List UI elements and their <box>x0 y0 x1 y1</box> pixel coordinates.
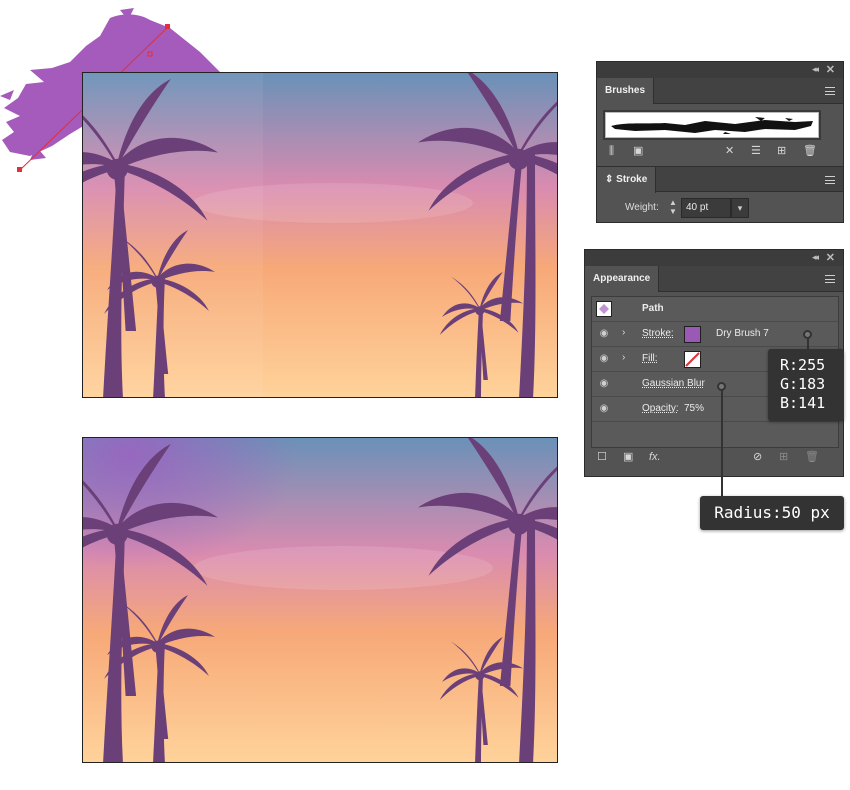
chevron-right-icon[interactable]: › <box>622 352 625 363</box>
trash-icon[interactable]: 🗑 <box>803 144 817 158</box>
stroke-tab-label: Stroke <box>616 174 648 185</box>
chevron-right-icon[interactable]: › <box>622 327 625 338</box>
collapse-icon[interactable]: ◂◂ <box>812 252 819 263</box>
appearance-row-path[interactable]: Path <box>592 297 838 322</box>
stroke-weight-row: Weight: ▲ ▼ 40 pt ▾ <box>597 198 843 218</box>
brush-folder-icon[interactable]: ▣ <box>633 144 643 158</box>
panel-menu-icon[interactable] <box>825 87 835 95</box>
fill-none-swatch[interactable] <box>684 351 701 368</box>
brushes-tabbar: Brushes <box>597 78 843 104</box>
blur-callout-connector <box>721 390 723 496</box>
no-icon[interactable]: ⊘ <box>753 450 762 464</box>
rgb-green-value: G:183 <box>780 375 826 393</box>
path-label: Path <box>642 303 664 314</box>
fill-label[interactable]: Fill: <box>642 353 658 364</box>
add-new-fill-icon[interactable]: ▣ <box>623 450 633 464</box>
stroke-tab-arrows-icon: ⇕ <box>605 174 617 185</box>
weight-input[interactable]: 40 pt <box>681 198 731 218</box>
appearance-tabbar: Appearance <box>585 266 843 292</box>
tab-stroke[interactable]: ⇕ Stroke <box>597 167 657 193</box>
artboard-result[interactable] <box>82 437 558 763</box>
stroke-brush-name: Dry Brush 7 <box>716 328 769 339</box>
add-new-stroke-icon[interactable]: ☐ <box>597 450 607 464</box>
close-icon[interactable]: ✕ <box>826 251 835 264</box>
rgb-red-value: R:255 <box>780 356 826 374</box>
brushes-toolbar: ⫼ ▣ ✕ ☰ ⊞ 🗑 <box>597 144 843 162</box>
panel-titlebar: ◂◂ ✕ <box>585 250 843 266</box>
chevron-down-icon[interactable]: ▾ <box>731 198 749 218</box>
path-thumbnail-icon <box>596 301 612 317</box>
panel-menu-icon[interactable] <box>825 275 835 283</box>
brush-shape-icon <box>611 117 813 134</box>
weight-stepper[interactable]: ▲ ▼ <box>667 198 679 218</box>
remove-brush-stroke-icon[interactable]: ✕ <box>725 144 734 158</box>
stroke-color-swatch[interactable] <box>684 326 701 343</box>
brushes-stroke-panel: ◂◂ ✕ Brushes ⫼ ▣ ✕ ☰ ⊞ 🗑 ⇕ Stroke Weight… <box>596 61 844 223</box>
fx-icon[interactable]: fx. <box>649 450 661 464</box>
artboard-with-stroke[interactable] <box>82 72 558 398</box>
eye-icon[interactable]: ◉ <box>596 328 612 340</box>
panel-titlebar: ◂◂ ✕ <box>597 62 843 78</box>
rgb-blue-value: B:141 <box>780 394 826 412</box>
sunset-palms-illustration <box>83 73 557 397</box>
eye-icon[interactable]: ◉ <box>596 403 612 415</box>
stroke-label[interactable]: Stroke: <box>642 328 674 339</box>
eye-icon[interactable]: ◉ <box>596 378 612 390</box>
collapse-icon[interactable]: ◂◂ <box>812 64 819 75</box>
weight-label: Weight: <box>625 202 659 213</box>
brush-libraries-icon[interactable]: ⫼ <box>609 144 614 158</box>
close-icon[interactable]: ✕ <box>826 63 835 76</box>
rgb-color-callout: R:255 G:183 B:141 <box>768 349 844 421</box>
eye-icon[interactable]: ◉ <box>596 353 612 365</box>
appearance-row-stroke[interactable]: ◉ › Stroke: Dry Brush 7 <box>592 322 838 347</box>
options-icon[interactable]: ☰ <box>751 144 761 158</box>
sunset-palms-blurred-illustration <box>83 438 557 762</box>
opacity-label[interactable]: Opacity: <box>642 403 679 414</box>
appearance-footer-toolbar: ☐ ▣ fx. ⊘ ⊞ 🗑 <box>585 450 843 472</box>
gaussian-blur-label[interactable]: Gaussian Blur <box>642 378 705 389</box>
tab-brushes[interactable]: Brushes <box>597 78 655 104</box>
blur-radius-callout: Radius:50 px <box>700 496 844 530</box>
stroke-tabbar: ⇕ Stroke <box>597 166 843 193</box>
tab-appearance[interactable]: Appearance <box>585 266 660 292</box>
dry-brush-preview[interactable] <box>603 110 821 140</box>
opacity-value: 75% <box>684 403 705 414</box>
panel-menu-icon[interactable] <box>825 176 835 184</box>
new-brush-icon[interactable]: ⊞ <box>777 144 786 158</box>
new-item-icon[interactable]: ⊞ <box>779 450 788 464</box>
trash-icon[interactable]: 🗑 <box>805 450 819 464</box>
